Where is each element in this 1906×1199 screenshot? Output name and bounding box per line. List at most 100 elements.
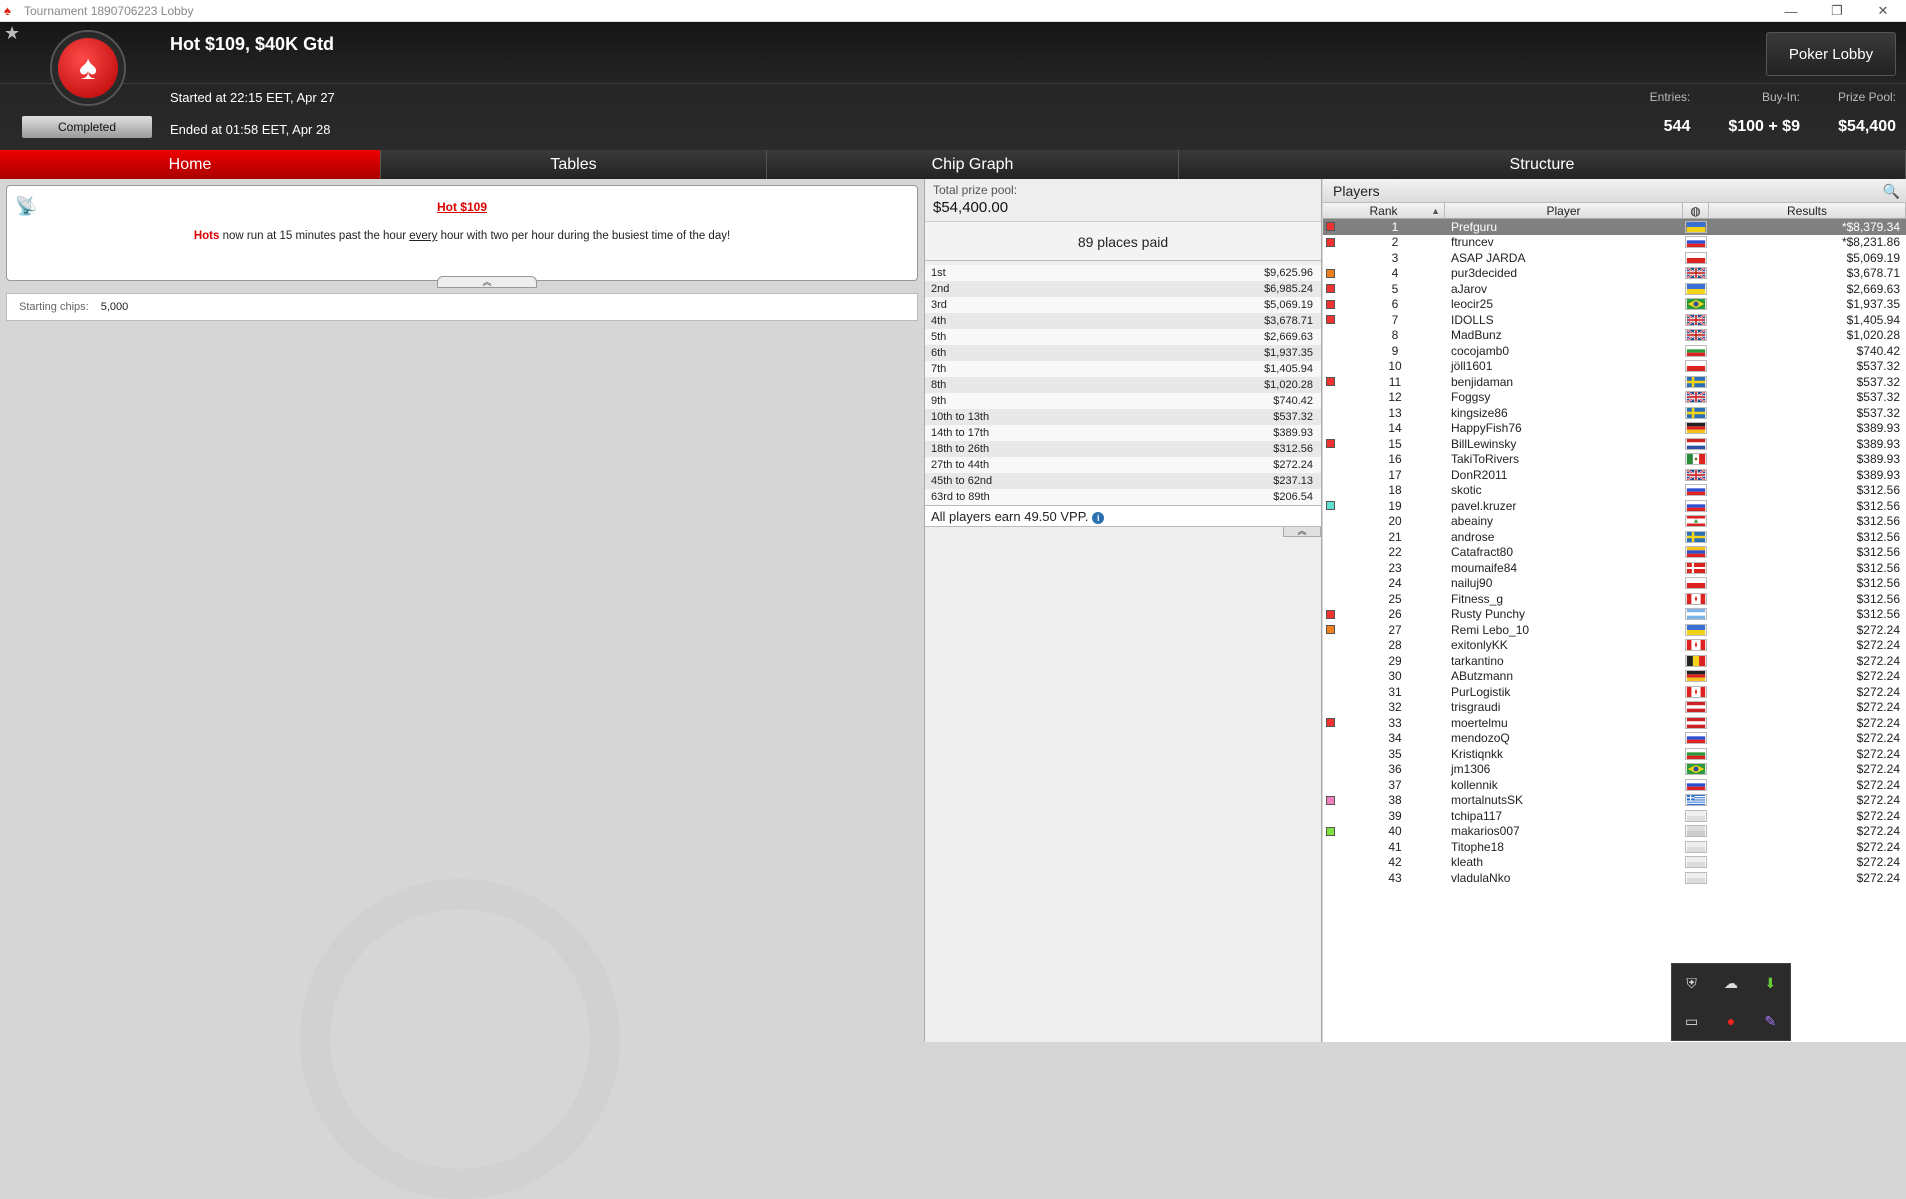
player-row[interactable]: 43 vladulaNko $272.24	[1323, 870, 1906, 886]
player-note-color-marker[interactable]	[1326, 718, 1335, 727]
country-flag-icon	[1683, 360, 1709, 373]
tab-chip-graph[interactable]: Chip Graph	[767, 150, 1179, 179]
player-row[interactable]: 20 abeainy $312.56	[1323, 514, 1906, 530]
search-player-icon[interactable]: 🔍	[1883, 183, 1900, 200]
player-note-color-marker[interactable]	[1326, 222, 1335, 231]
player-row[interactable]: 9 cocojamb0 $740.42	[1323, 343, 1906, 359]
country-flag-icon	[1683, 732, 1709, 745]
player-row[interactable]: 32 trisgraudi $272.24	[1323, 700, 1906, 716]
player-row[interactable]: 16 TakiToRivers $389.93	[1323, 452, 1906, 468]
player-result: $312.56	[1856, 576, 1900, 591]
player-row[interactable]: 29 tarkantino $272.24	[1323, 653, 1906, 669]
player-note-color-marker[interactable]	[1326, 439, 1335, 448]
player-name: leocir25	[1451, 297, 1494, 312]
entries-value: 544	[1663, 118, 1691, 135]
player-name: kleath	[1451, 855, 1484, 870]
promo-title[interactable]: Hot $109	[7, 200, 917, 214]
player-row[interactable]: 41 Titophe18 $272.24	[1323, 839, 1906, 855]
player-row[interactable]: 37 kollennik $272.24	[1323, 777, 1906, 793]
info-icon[interactable]: i	[1092, 512, 1105, 524]
player-row[interactable]: 2 ftruncev *$8,231.86	[1323, 235, 1906, 251]
tab-tables[interactable]: Tables	[381, 150, 767, 179]
player-row[interactable]: 17 DonR2011 $389.93	[1323, 467, 1906, 483]
player-row[interactable]: 36 jm1306 $272.24	[1323, 762, 1906, 778]
player-row[interactable]: 35 Kristiqnkk $272.24	[1323, 746, 1906, 762]
player-name: IDOLLS	[1451, 312, 1494, 327]
player-row[interactable]: 23 moumaife84 $312.56	[1323, 560, 1906, 576]
player-rank: 19	[1388, 498, 1402, 513]
player-row[interactable]: 40 makarios007 $272.24	[1323, 824, 1906, 840]
player-row[interactable]: 4 pur3decided $3,678.71	[1323, 266, 1906, 282]
player-note-color-marker[interactable]	[1326, 377, 1335, 386]
minimize-icon[interactable]: —	[1768, 0, 1814, 22]
player-row[interactable]: 25 Fitness_g $312.56	[1323, 591, 1906, 607]
player-row[interactable]: 10 jöll1601 $537.32	[1323, 359, 1906, 375]
country-flag-icon	[1683, 515, 1709, 528]
torrent-icon[interactable]: ⬇	[1751, 964, 1790, 1002]
player-row[interactable]: 6 leocir25 $1,937.35	[1323, 297, 1906, 313]
payout-place: 3rd	[931, 299, 947, 311]
player-row[interactable]: 27 Remi Lebo_10 $272.24	[1323, 622, 1906, 638]
player-row[interactable]: 8 MadBunz $1,020.28	[1323, 328, 1906, 344]
player-note-color-marker[interactable]	[1326, 826, 1335, 836]
app-tray-icon[interactable]: ●	[1711, 1002, 1750, 1040]
tab-structure[interactable]: Structure	[1179, 150, 1906, 179]
tab-home[interactable]: Home	[0, 150, 381, 179]
player-note-color-marker[interactable]	[1326, 284, 1335, 293]
player-row[interactable]: 38 mortalnutsSK $272.24	[1323, 793, 1906, 809]
player-row[interactable]: 13 kingsize86 $537.32	[1323, 405, 1906, 421]
player-note-color-marker[interactable]	[1326, 315, 1335, 324]
player-row[interactable]: 14 HappyFish76 $389.93	[1323, 421, 1906, 437]
player-row[interactable]: 31 PurLogistik $272.24	[1323, 684, 1906, 700]
player-row[interactable]: 19 pavel.kruzer $312.56	[1323, 498, 1906, 514]
payout-amount: $6,985.24	[1264, 283, 1313, 295]
player-note-color-marker[interactable]	[1326, 299, 1335, 309]
player-row[interactable]: 21 androse $312.56	[1323, 529, 1906, 545]
favorite-star-icon[interactable]: ★	[0, 22, 26, 48]
player-note-color-marker[interactable]	[1326, 625, 1335, 634]
player-row[interactable]: 30 AButzmann $272.24	[1323, 669, 1906, 685]
shield-icon[interactable]: ⛨	[1672, 964, 1711, 1002]
column-results[interactable]: Results	[1709, 203, 1906, 218]
player-result: $272.24	[1856, 746, 1900, 761]
poker-lobby-button[interactable]: Poker Lobby	[1766, 32, 1896, 76]
collapse-up-icon[interactable]: ︽	[437, 276, 537, 288]
player-row[interactable]: 24 nailuj90 $312.56	[1323, 576, 1906, 592]
country-flag-icon	[1683, 391, 1709, 404]
player-row[interactable]: 11 benjidaman $537.32	[1323, 374, 1906, 390]
player-note-color-marker[interactable]	[1326, 237, 1335, 247]
player-note-color-marker[interactable]	[1326, 501, 1335, 510]
display-icon[interactable]: ▭	[1672, 1002, 1711, 1040]
payout-amount: $206.54	[1273, 491, 1313, 503]
player-row[interactable]: 1 Prefguru *$8,379.34	[1323, 219, 1906, 235]
player-row[interactable]: 18 skotic $312.56	[1323, 483, 1906, 499]
restore-icon[interactable]: ❐	[1814, 0, 1860, 22]
close-icon[interactable]: ✕	[1860, 0, 1906, 22]
player-row[interactable]: 3 ASAP JARDA $5,069.19	[1323, 250, 1906, 266]
player-row[interactable]: 39 tchipa117 $272.24	[1323, 808, 1906, 824]
column-country-globe-icon[interactable]: ◍	[1683, 203, 1709, 218]
cloud-icon[interactable]: ☁	[1711, 964, 1750, 1002]
player-row[interactable]: 28 exitonlyKK $272.24	[1323, 638, 1906, 654]
player-note-color-marker[interactable]	[1326, 795, 1335, 805]
collapse-up-icon[interactable]: ︽	[1283, 527, 1321, 537]
player-rank: 8	[1391, 328, 1399, 343]
starting-chips-row: Starting chips: 5,000	[6, 293, 918, 321]
player-row[interactable]: 22 Catafract80 $312.56	[1323, 545, 1906, 561]
player-result: $272.24	[1856, 684, 1900, 699]
player-row[interactable]: 26 Rusty Punchy $312.56	[1323, 607, 1906, 623]
player-row[interactable]: 5 aJarov $2,669.63	[1323, 281, 1906, 297]
column-rank[interactable]: Rank ▲	[1323, 203, 1445, 218]
column-player[interactable]: Player	[1445, 203, 1683, 218]
player-row[interactable]: 12 Foggsy $537.32	[1323, 390, 1906, 406]
system-tray-popup: ⛨ ☁ ⬇ ▭ ● ✎	[1671, 963, 1791, 1041]
player-note-color-marker[interactable]	[1326, 268, 1335, 278]
player-note-color-marker[interactable]	[1326, 609, 1335, 619]
player-row[interactable]: 15 BillLewinsky $389.93	[1323, 436, 1906, 452]
player-row[interactable]: 33 moertelmu $272.24	[1323, 715, 1906, 731]
player-result: $389.93	[1856, 421, 1900, 436]
player-row[interactable]: 42 kleath $272.24	[1323, 855, 1906, 871]
player-row[interactable]: 34 mendozoQ $272.24	[1323, 731, 1906, 747]
player-row[interactable]: 7 IDOLLS $1,405.94	[1323, 312, 1906, 328]
pen-icon[interactable]: ✎	[1751, 1002, 1790, 1040]
